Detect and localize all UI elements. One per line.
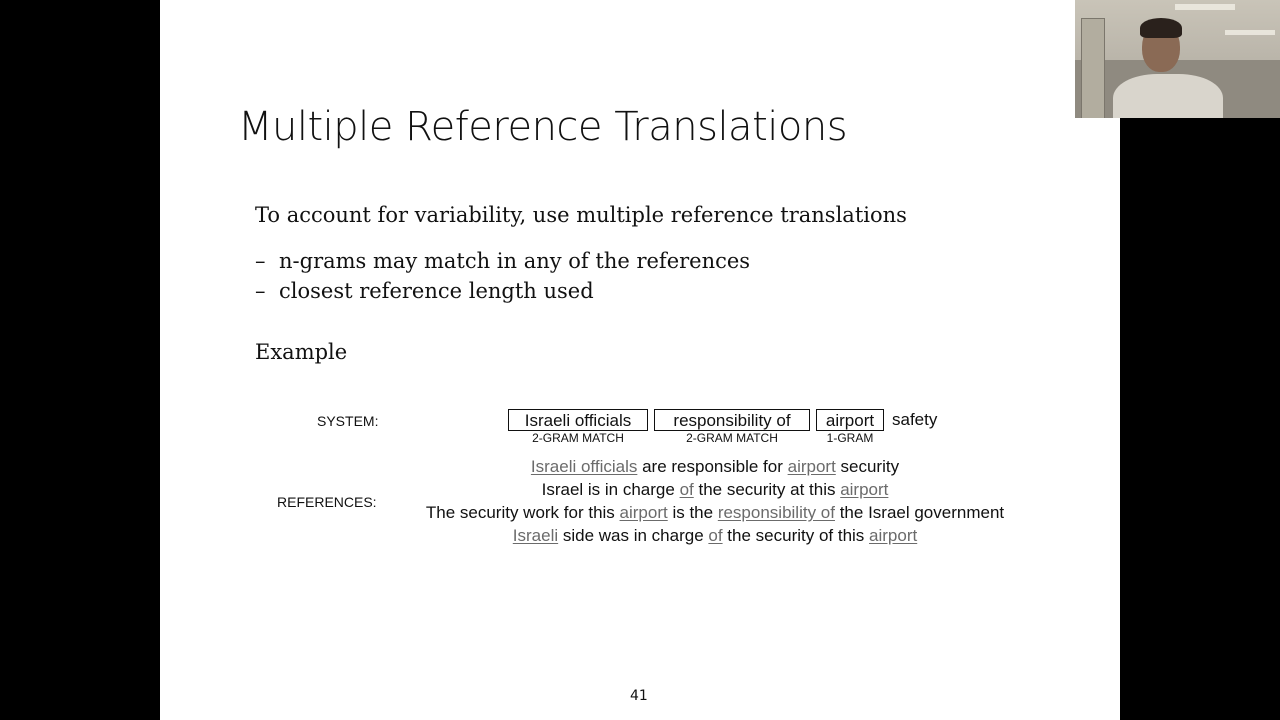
page-number: 41 — [630, 688, 648, 704]
bullet-item: – n-grams may match in any of the referen… — [255, 249, 750, 273]
slide-title: Multiple Reference Translations — [238, 104, 848, 150]
reference-text: security — [835, 457, 900, 476]
reference-text: Israel is in charge — [541, 480, 680, 499]
matched-ngram: responsibility of — [717, 503, 835, 522]
ngram-match-box: responsibility of — [654, 409, 810, 431]
matched-ngram: airport — [787, 457, 836, 476]
match-tag: 2-GRAM MATCH — [532, 431, 624, 445]
matched-ngram: airport — [869, 526, 918, 545]
ngram-match-box: Israeli officials — [508, 409, 648, 431]
reference-text: the Israel government — [834, 503, 1005, 522]
intro-text: To account for variability, use multiple… — [255, 203, 907, 227]
bullet-text: n-grams may match in any of the referenc… — [279, 249, 751, 273]
presenter-hair — [1140, 18, 1182, 38]
matched-ngram: airport — [840, 480, 889, 499]
example-label: Example — [255, 340, 348, 364]
reference-text: are responsible for — [637, 457, 788, 476]
slide: Multiple Reference Translations To accou… — [160, 0, 1120, 720]
reference-text: the security of this — [722, 526, 870, 545]
reference-text: is the — [667, 503, 718, 522]
ceiling-light — [1175, 4, 1235, 10]
bullet-item: – closest reference length used — [255, 279, 594, 303]
system-label: SYSTEM: — [317, 413, 379, 429]
ceiling-light — [1225, 30, 1275, 35]
reference-sentence: The security work for this airport is th… — [360, 502, 1070, 524]
bullet-text: closest reference length used — [279, 279, 594, 303]
matched-ngram: airport — [619, 503, 668, 522]
reference-text: The security work for this — [425, 503, 620, 522]
matched-ngram: of — [708, 526, 723, 545]
matched-ngram: Israeli — [512, 526, 559, 545]
background-door — [1081, 18, 1105, 118]
bullet-marker: – — [255, 249, 266, 273]
reference-sentence: Israel is in charge of the security at t… — [360, 479, 1070, 501]
match-tag: 2-GRAM MATCH — [686, 431, 778, 445]
bullet-marker: – — [255, 279, 266, 303]
video-frame: Multiple Reference Translations To accou… — [0, 0, 1280, 720]
presenter-webcam — [1075, 0, 1280, 118]
matched-ngram: Israeli officials — [530, 457, 638, 476]
matched-ngram: of — [679, 480, 694, 499]
presenter-body — [1113, 74, 1223, 118]
unmatched-word: safety — [892, 410, 938, 429]
reference-text: side was in charge — [558, 526, 709, 545]
reference-sentence: Israeli side was in charge of the securi… — [360, 525, 1070, 547]
match-tag: 1-GRAM — [826, 431, 874, 445]
ngram-match-box: airport — [816, 409, 884, 431]
reference-sentence: Israeli officials are responsible for ai… — [360, 456, 1070, 478]
reference-text: the security at this — [693, 480, 841, 499]
